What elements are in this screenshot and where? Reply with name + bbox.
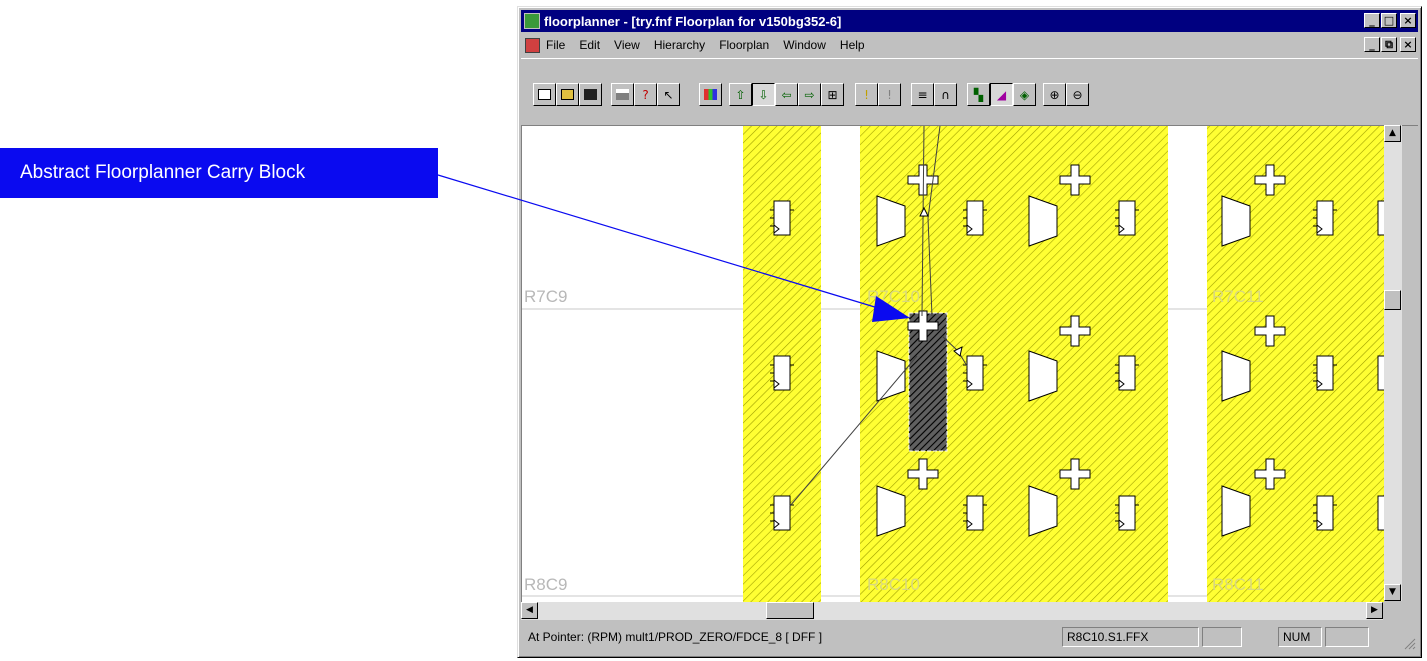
rpm-icon[interactable]: ▚ — [967, 83, 990, 106]
help-icon[interactable]: ? — [634, 83, 657, 106]
close-button[interactable]: × — [1400, 13, 1416, 28]
arrow-left-icon[interactable]: ⇦ — [775, 83, 798, 106]
arrow-right-icon[interactable]: ⇨ — [798, 83, 821, 106]
status-pointer: At Pointer: (RPM) mult1/PROD_ZERO/FDCE_8… — [528, 630, 823, 644]
flip-flop[interactable] — [1114, 495, 1140, 531]
tree-icon[interactable]: ∩ — [934, 83, 957, 106]
flag-icon[interactable]: ! — [855, 83, 878, 106]
flip-flop[interactable] — [962, 495, 988, 531]
flip-flop[interactable] — [1312, 200, 1338, 236]
resize-grip-icon[interactable] — [1404, 638, 1416, 650]
minimize-button[interactable]: _ — [1364, 13, 1380, 28]
floorplanner-window: floorplanner - [try.fnf Floorplan for v1… — [517, 6, 1422, 658]
cell-label: R8C11 — [1212, 575, 1264, 594]
toolbar: ? ↖ ⇧ ⇩ ⇦ ⇨ ⊞ ! ! ≡ ∩ ▚ ◢ ◈ ⊕ ⊖ — [521, 58, 1418, 126]
push-up-icon[interactable]: ⇧ — [729, 83, 752, 106]
document-controls: _ ⧉ × — [1363, 37, 1416, 52]
status-bar: At Pointer: (RPM) mult1/PROD_ZERO/FDCE_8… — [521, 623, 1418, 653]
vertical-scrollbar[interactable]: ▲ ▼ — [1384, 125, 1402, 601]
zoom-out-icon[interactable]: ⊖ — [1066, 83, 1089, 106]
menu-edit[interactable]: Edit — [579, 38, 600, 52]
document-icon[interactable] — [525, 37, 540, 53]
scroll-left-button[interactable]: ◀ — [521, 602, 538, 619]
menu-window[interactable]: Window — [783, 38, 826, 52]
cell-label: R7C11 — [1212, 287, 1264, 306]
cell-label: R7C10 — [867, 287, 920, 306]
doc-restore-button[interactable]: ⧉ — [1381, 37, 1397, 52]
menu-help[interactable]: Help — [840, 38, 865, 52]
horizontal-scroll-thumb[interactable] — [766, 602, 814, 619]
cell-label: R8C10 — [867, 575, 920, 594]
menu-hierarchy[interactable]: Hierarchy — [654, 38, 705, 52]
title-bar[interactable]: floorplanner - [try.fnf Floorplan for v1… — [521, 10, 1418, 32]
app-icon — [524, 13, 540, 29]
status-empty-field — [1202, 627, 1242, 647]
flip-flop[interactable] — [1114, 200, 1140, 236]
row-label: R7C9 — [524, 287, 567, 306]
flip-flop[interactable] — [769, 495, 795, 531]
scroll-right-button[interactable]: ▶ — [1366, 602, 1383, 619]
callout-text: Abstract Floorplanner Carry Block — [20, 162, 306, 183]
vertical-scroll-thumb[interactable] — [1384, 290, 1401, 310]
route-icon[interactable]: ≡ — [911, 83, 934, 106]
status-site: R8C10.S1.FFX — [1062, 627, 1199, 647]
carry-block[interactable] — [908, 312, 948, 452]
maximize-button[interactable]: □ — [1381, 13, 1397, 28]
scroll-up-button[interactable]: ▲ — [1384, 125, 1401, 142]
window-title: floorplanner - [try.fnf Floorplan for v1… — [544, 13, 842, 29]
flip-flop[interactable] — [962, 355, 988, 391]
place-icon[interactable]: ◈ — [1013, 83, 1036, 106]
context-help-icon[interactable]: ↖ — [657, 83, 680, 106]
menu-file[interactable]: File — [546, 38, 565, 52]
doc-minimize-button[interactable]: _ — [1364, 37, 1380, 52]
save-icon[interactable] — [579, 83, 602, 106]
row-label: R8C9 — [524, 575, 567, 594]
scroll-corner — [1384, 602, 1402, 620]
floorplan-canvas[interactable]: R7C9 R8C9 R7C10 R7C11 R8C10 R8C11 — [521, 125, 1384, 602]
menu-view[interactable]: View — [614, 38, 640, 52]
horizontal-scrollbar[interactable]: ◀ ▶ — [521, 602, 1383, 620]
flip-flop[interactable] — [962, 200, 988, 236]
flip-flop[interactable] — [769, 200, 795, 236]
window-controls: _ □ × — [1363, 13, 1416, 28]
flip-flop[interactable] — [1312, 355, 1338, 391]
status-empty-field-2 — [1325, 627, 1369, 647]
hierarchy-icon[interactable]: ⊞ — [821, 83, 844, 106]
open-folder-icon[interactable] — [556, 83, 579, 106]
status-num: NUM — [1278, 627, 1322, 647]
menu-bar: File Edit View Hierarchy Floorplan Windo… — [521, 33, 1418, 57]
new-file-icon[interactable] — [533, 83, 556, 106]
doc-close-button[interactable]: × — [1400, 37, 1416, 52]
color-palette-icon[interactable] — [699, 83, 722, 106]
zoom-in-icon[interactable]: ⊕ — [1043, 83, 1066, 106]
flip-flop[interactable] — [1312, 495, 1338, 531]
callout-label: Abstract Floorplanner Carry Block — [0, 148, 438, 198]
flip-flop[interactable] — [769, 355, 795, 391]
push-down-icon[interactable]: ⇩ — [752, 83, 775, 106]
flip-flop[interactable] — [1114, 355, 1140, 391]
floorplan-drawing: R7C9 R8C9 R7C10 R7C11 R8C10 R8C11 — [522, 126, 1384, 602]
pen-icon[interactable]: ◢ — [990, 83, 1013, 106]
scroll-down-button[interactable]: ▼ — [1384, 584, 1401, 601]
menu-floorplan[interactable]: Floorplan — [719, 38, 769, 52]
flag-gray-icon[interactable]: ! — [878, 83, 901, 106]
print-icon[interactable] — [611, 83, 634, 106]
